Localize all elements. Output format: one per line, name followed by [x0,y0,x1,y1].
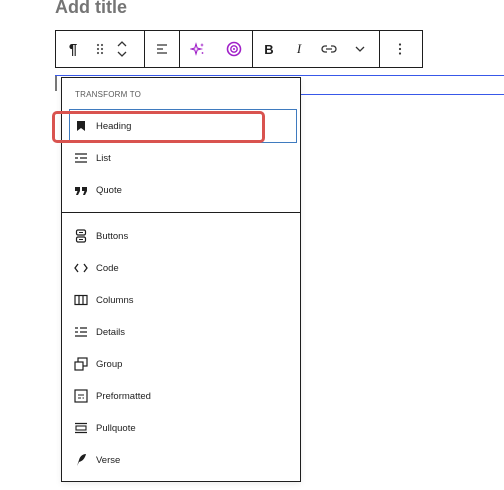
transform-item-columns[interactable]: Columns [74,287,298,313]
popover-divider [62,212,300,213]
quote-icon [74,183,88,197]
transform-item-label: Group [96,358,123,370]
italic-label: I [296,41,302,56]
paragraph-icon: ¶ [68,40,78,58]
ai-sparkle-button[interactable] [180,31,216,67]
transform-item-label: Code [96,262,119,274]
more-format-dropdown[interactable] [345,31,375,67]
transform-item-label: Pullquote [96,422,136,434]
pullquote-icon [74,421,88,435]
details-icon [74,325,88,339]
paragraph-transform-button[interactable]: ¶ [56,31,90,67]
transform-item-code[interactable]: Code [74,255,298,281]
align-group [145,31,180,67]
ai-group [180,31,253,67]
text-cursor [55,76,57,91]
transform-item-label: Details [96,326,126,338]
columns-icon [74,293,88,307]
link-icon [321,45,337,53]
transform-item-label: List [96,152,111,164]
drag-handle-icon [96,43,104,55]
buttons-icon [74,229,88,243]
transform-item-group[interactable]: Group [74,351,298,377]
options-group [380,31,420,67]
transform-header: TRANSFORM TO [75,90,142,99]
options-button[interactable] [380,31,420,67]
drag-handle[interactable] [90,31,110,67]
align-left-icon [157,44,167,54]
post-title[interactable]: Add title [55,0,127,18]
format-group: B I [253,31,380,67]
transform-item-buttons[interactable]: Buttons [74,223,298,249]
chevron-down-icon [355,46,365,52]
sparkle-icon [190,42,204,56]
transform-item-preformatted[interactable]: Preformatted [74,383,298,409]
ai-assistant-icon [226,41,242,57]
italic-button[interactable]: I [285,31,313,67]
preformatted-icon [74,389,88,403]
code-icon [74,261,88,275]
block-switcher-group: ¶ [56,31,145,67]
highlight-box [52,111,265,143]
bold-button[interactable]: B [253,31,285,67]
more-vertical-icon [398,43,402,55]
transform-item-label: Preformatted [96,390,151,402]
list-icon [74,151,88,165]
transform-item-details[interactable]: Details [74,319,298,345]
chevron-up-down-icon [117,41,127,57]
transform-item-list[interactable]: List [74,145,298,171]
transform-item-verse[interactable]: Verse [74,447,298,473]
transform-item-label: Columns [96,294,134,306]
transform-item-label: Buttons [96,230,129,242]
paragraph-block-outline-bottom [300,94,504,95]
transform-item-quote[interactable]: Quote [74,177,298,203]
block-toolbar: ¶ B I [55,30,423,68]
verse-icon [74,453,88,467]
transform-item-label: Quote [96,184,122,196]
paragraph-block-outline [55,75,504,76]
bold-label: B [264,41,274,57]
ai-assistant-button[interactable] [216,31,252,67]
transform-item-label: Verse [96,454,121,466]
transform-item-pullquote[interactable]: Pullquote [74,415,298,441]
move-up-down-button[interactable] [110,31,134,67]
group-icon [74,357,88,371]
align-button[interactable] [145,31,179,67]
link-button[interactable] [313,31,345,67]
